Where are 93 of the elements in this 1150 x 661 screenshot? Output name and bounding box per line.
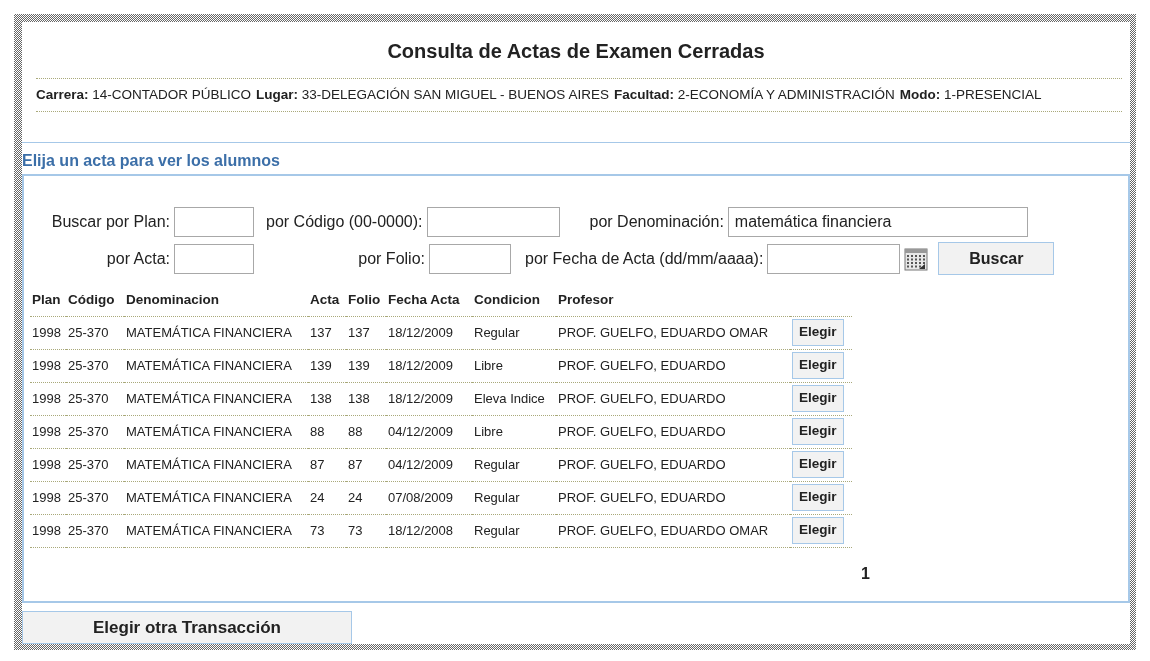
choose-button[interactable]: Elegir: [792, 352, 844, 379]
choose-button[interactable]: Elegir: [792, 517, 844, 544]
table-cell: Libre: [472, 415, 556, 448]
column-header: Denominacion: [124, 290, 308, 316]
table-cell: 139: [346, 349, 386, 382]
column-header: Código: [66, 290, 124, 316]
column-header: Folio: [346, 290, 386, 316]
table-cell: MATEMÁTICA FINANCIERA: [124, 382, 308, 415]
table-cell: 138: [346, 382, 386, 415]
table-cell: MATEMÁTICA FINANCIERA: [124, 316, 308, 349]
table-cell: Regular: [472, 316, 556, 349]
field-label: Buscar por Plan:: [50, 211, 170, 232]
column-header: Fecha Acta: [386, 290, 472, 316]
table-cell: PROF. GUELFO, EDUARDO: [556, 448, 790, 481]
page-number[interactable]: 1: [861, 561, 870, 586]
table-cell: 25-370: [66, 481, 124, 514]
table-cell: 25-370: [66, 448, 124, 481]
table-cell: 1998: [30, 448, 66, 481]
table-cell: 1998: [30, 481, 66, 514]
table-cell: 24: [346, 481, 386, 514]
table-cell: 87: [308, 448, 346, 481]
choose-button[interactable]: Elegir: [792, 418, 844, 445]
info-field: Lugar: 33-DELEGACIÓN SAN MIGUEL - BUENOS AIRES: [256, 85, 609, 106]
column-header: Acta: [308, 290, 346, 316]
field-label: por Folio:: [357, 248, 425, 269]
column-header: Profesor: [556, 290, 790, 316]
input-field[interactable]: matemática financiera: [727, 206, 1028, 237]
info-field: Carrera: 14-CONTADOR PÚBLICO: [36, 85, 252, 106]
table-cell: 18/12/2009: [386, 349, 472, 382]
table-cell: Regular: [472, 481, 556, 514]
table-cell: 07/08/2009: [386, 481, 472, 514]
table-cell: 1998: [30, 382, 66, 415]
table-cell: 137: [346, 316, 386, 349]
table-cell: Eleva Indice: [472, 382, 556, 415]
search-button[interactable]: Buscar: [938, 242, 1055, 276]
table-cell: PROF. GUELFO, EDUARDO: [556, 481, 790, 514]
table-cell: 1998: [30, 349, 66, 382]
table-cell: Regular: [472, 514, 556, 547]
field-label: por Fecha de Acta (dd/mm/aaaa):: [525, 248, 764, 269]
info-field: Modo: 1-PRESENCIAL: [899, 85, 1042, 106]
input-field[interactable]: [174, 206, 254, 237]
info-field: Facultad: 2-ECONOMÍA Y ADMINISTRACIÓN: [613, 85, 895, 106]
table-cell: 25-370: [66, 415, 124, 448]
table-cell: PROF. GUELFO, EDUARDO: [556, 349, 790, 382]
table-cell: MATEMÁTICA FINANCIERA: [124, 415, 308, 448]
other-transaction-button[interactable]: Elegir otra Transacción: [22, 611, 352, 644]
table-cell: 73: [346, 514, 386, 547]
table-cell: 138: [308, 382, 346, 415]
table-cell: 18/12/2008: [386, 514, 472, 547]
field-label: por Código (00-0000):: [266, 211, 423, 232]
table-cell: MATEMÁTICA FINANCIERA: [124, 349, 308, 382]
table-cell: 25-370: [66, 316, 124, 349]
table-cell: PROF. GUELFO, EDUARDO: [556, 382, 790, 415]
table-cell: 1998: [30, 514, 66, 547]
table-cell: 18/12/2009: [386, 316, 472, 349]
table-cell: Libre: [472, 349, 556, 382]
choose-button[interactable]: Elegir: [792, 319, 844, 346]
table-cell: 25-370: [66, 514, 124, 547]
section-title: Elija un acta para ver los alumnos: [22, 151, 281, 172]
table-cell: 139: [308, 349, 346, 382]
table-cell: 18/12/2009: [386, 382, 472, 415]
field-label: por Denominación:: [589, 211, 724, 232]
input-field[interactable]: [426, 206, 560, 237]
table-cell: 24: [308, 481, 346, 514]
table-cell: 1998: [30, 316, 66, 349]
table-cell: 73: [308, 514, 346, 547]
choose-button[interactable]: Elegir: [792, 484, 844, 511]
column-header: Condicion: [472, 290, 556, 316]
column-header: Plan: [30, 290, 66, 316]
choose-button[interactable]: Elegir: [792, 451, 844, 478]
calendar-icon[interactable]: [904, 246, 929, 271]
table-cell: 88: [346, 415, 386, 448]
table-cell: PROF. GUELFO, EDUARDO: [556, 415, 790, 448]
table-cell: MATEMÁTICA FINANCIERA: [124, 448, 308, 481]
table-cell: 137: [308, 316, 346, 349]
table-cell: 04/12/2009: [386, 448, 472, 481]
table-cell: 04/12/2009: [386, 415, 472, 448]
table-cell: MATEMÁTICA FINANCIERA: [124, 481, 308, 514]
page-title: Consulta de Actas de Examen Cerradas: [386, 39, 766, 64]
table-cell: 87: [346, 448, 386, 481]
table-cell: 25-370: [66, 349, 124, 382]
input-field[interactable]: [767, 243, 901, 274]
field-label: por Acta:: [105, 248, 170, 269]
table-cell: MATEMÁTICA FINANCIERA: [124, 514, 308, 547]
choose-button[interactable]: Elegir: [792, 385, 844, 412]
input-field[interactable]: [174, 243, 254, 274]
table-cell: 88: [308, 415, 346, 448]
table-cell: PROF. GUELFO, EDUARDO OMAR: [556, 514, 790, 547]
table-cell: PROF. GUELFO, EDUARDO OMAR: [556, 316, 790, 349]
table-cell: 1998: [30, 415, 66, 448]
table-cell: Regular: [472, 448, 556, 481]
input-field[interactable]: [429, 243, 511, 274]
table-cell: 25-370: [66, 382, 124, 415]
